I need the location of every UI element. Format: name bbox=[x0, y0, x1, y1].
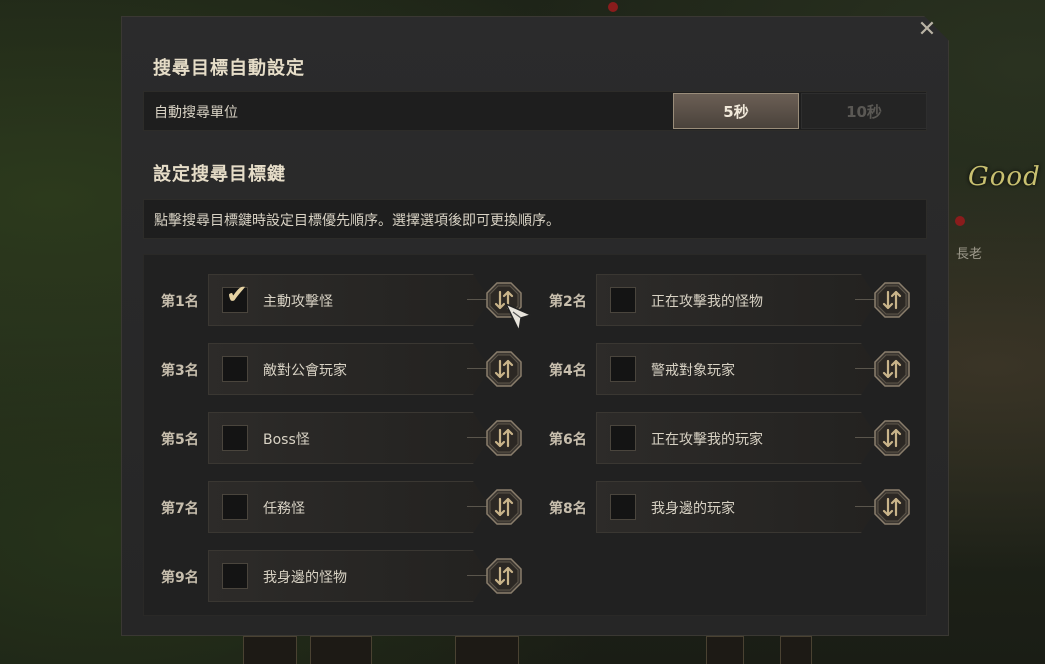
background-flower bbox=[608, 2, 618, 12]
priority-label: 敵對公會玩家 bbox=[263, 363, 347, 379]
priority-item: 第6名 正在攻擊我的玩家 bbox=[545, 410, 917, 466]
priority-item: 第1名 ✔ 主動攻擊怪 bbox=[157, 272, 529, 328]
auto-search-section-title: 搜尋目標自動設定 bbox=[153, 58, 305, 79]
priority-slot[interactable] bbox=[208, 412, 490, 464]
swap-order-button[interactable] bbox=[874, 489, 910, 525]
swap-order-button[interactable] bbox=[486, 420, 522, 456]
auto-search-row: 自動搜尋單位 5秒 10秒 bbox=[143, 91, 927, 131]
hotbar-slot bbox=[310, 636, 372, 664]
priority-checkbox[interactable] bbox=[222, 563, 248, 589]
priority-slot[interactable] bbox=[596, 481, 878, 533]
hotbar-slot bbox=[706, 636, 744, 664]
priority-item: 第7名 任務怪 bbox=[157, 479, 529, 535]
swap-order-button[interactable] bbox=[874, 282, 910, 318]
priority-label: 警戒對象玩家 bbox=[651, 363, 735, 379]
priority-item: 第8名 我身邊的玩家 bbox=[545, 479, 917, 535]
priority-label: Boss怪 bbox=[263, 432, 310, 448]
priority-slot[interactable] bbox=[208, 343, 490, 395]
hotbar-slot bbox=[243, 636, 297, 664]
priority-label: 我身邊的怪物 bbox=[263, 570, 347, 586]
swap-order-button[interactable] bbox=[486, 351, 522, 387]
background-title-text: Good bbox=[968, 162, 1041, 192]
priority-checkbox[interactable] bbox=[610, 425, 636, 451]
priority-checkbox[interactable] bbox=[610, 494, 636, 520]
target-key-description-row: 點擊搜尋目標鍵時設定目標優先順序。選擇選項後即可更換順序。 bbox=[143, 199, 927, 239]
priority-checkbox[interactable] bbox=[222, 356, 248, 382]
priority-checkbox[interactable] bbox=[610, 356, 636, 382]
close-button[interactable]: ✕ bbox=[905, 16, 949, 44]
priority-checkbox[interactable] bbox=[610, 287, 636, 313]
priority-checkbox[interactable]: ✔ bbox=[222, 282, 248, 313]
background-flower bbox=[955, 216, 965, 226]
priority-label: 我身邊的玩家 bbox=[651, 501, 735, 517]
auto-search-label: 自動搜尋單位 bbox=[154, 105, 238, 121]
priority-item: 第4名 警戒對象玩家 bbox=[545, 341, 917, 397]
priority-slot[interactable] bbox=[208, 550, 490, 602]
priority-slot[interactable] bbox=[596, 343, 878, 395]
checkmark-icon: ✔ bbox=[226, 280, 248, 310]
priority-checkbox[interactable] bbox=[222, 425, 248, 451]
swap-order-button[interactable] bbox=[486, 558, 522, 594]
interval-10s-option[interactable]: 10秒 bbox=[801, 93, 927, 129]
priority-label: 正在攻擊我的玩家 bbox=[651, 432, 763, 448]
priority-item: 第3名 敵對公會玩家 bbox=[157, 341, 529, 397]
swap-order-button[interactable] bbox=[874, 351, 910, 387]
priority-item: 第9名 我身邊的怪物 bbox=[157, 548, 529, 604]
priority-slot[interactable] bbox=[208, 274, 490, 326]
hotbar-slot bbox=[780, 636, 812, 664]
priority-slot[interactable] bbox=[208, 481, 490, 533]
swap-order-button[interactable] bbox=[874, 420, 910, 456]
swap-order-button[interactable] bbox=[486, 489, 522, 525]
priority-label: 正在攻擊我的怪物 bbox=[651, 294, 763, 310]
priority-label: 主動攻擊怪 bbox=[263, 294, 333, 310]
mouse-cursor-icon bbox=[504, 302, 534, 334]
target-key-description: 點擊搜尋目標鍵時設定目標優先順序。選擇選項後即可更換順序。 bbox=[154, 213, 560, 229]
priority-item: 第5名 Boss怪 bbox=[157, 410, 529, 466]
priority-checkbox[interactable] bbox=[222, 494, 248, 520]
hotbar-slot bbox=[455, 636, 519, 664]
target-key-section-title: 設定搜尋目標鍵 bbox=[153, 164, 286, 185]
interval-5s-option[interactable]: 5秒 bbox=[673, 93, 799, 129]
background-npc-label: 長老 bbox=[956, 247, 983, 262]
priority-item: 第2名 正在攻擊我的怪物 bbox=[545, 272, 917, 328]
priority-label: 任務怪 bbox=[263, 501, 305, 517]
